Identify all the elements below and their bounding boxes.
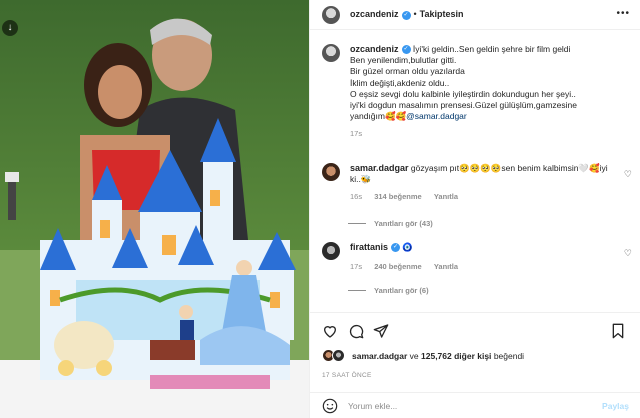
reply-button[interactable]: Yanıtla (434, 262, 458, 271)
comment-meta: 16s 314 beğenme Yanıtla (350, 191, 620, 202)
save-bookmark-icon[interactable] (610, 323, 626, 339)
comment-likes-count[interactable]: 240 beğenme (374, 262, 422, 271)
commenter-avatar[interactable] (322, 163, 340, 181)
comment-text: 🧿 (402, 242, 413, 252)
caption-body: ozcandeniz ✓ İyi'ki geldin..Sen geldin şe… (350, 44, 577, 140)
likes-summary: samar.dadgar ve 125,762 diğer kişi beğen… (322, 349, 524, 363)
commenter-avatar[interactable] (322, 242, 340, 260)
commenter-username[interactable]: samar.dadgar (350, 163, 409, 173)
caption-line: yandığım🥰🥰@samar.dadgar (350, 111, 577, 122)
view-replies-label: Yanıtları gör (43) (374, 219, 433, 228)
header-name-row: ozcandeniz ✓ • Takiptesin (350, 9, 464, 20)
comment-text-continued: ki..🐝 (350, 174, 372, 185)
add-comment-bar: Paylaş (310, 392, 640, 418)
comment-meta: 17s 240 beğenme Yanıtla (350, 261, 620, 272)
view-replies-label: Yanıtları gör (6) (374, 286, 429, 295)
post-image (0, 0, 309, 418)
caption-author-avatar[interactable] (322, 44, 340, 62)
comment-icon[interactable] (348, 323, 364, 339)
comment-line: samar.dadgar gözyaşım pıt🥺🥺🥺🥺sen benim k… (350, 163, 620, 174)
replies-divider (348, 223, 366, 224)
instagram-post: ↓ ozcandeniz ✓ • Takiptesin ••• ozcandeniz ✓… (0, 0, 640, 418)
view-replies-button[interactable]: Yanıtları gör (6) (348, 286, 429, 295)
comment-item: samar.dadgar gözyaşım pıt🥺🥺🥺🥺sen benim k… (322, 163, 640, 203)
more-options-icon[interactable]: ••• (616, 8, 630, 19)
caption-line: ozcandeniz ✓ İyi'ki geldin..Sen geldin şe… (350, 44, 577, 55)
reply-button[interactable]: Yanıtla (434, 192, 458, 201)
post-caption: ozcandeniz ✓ İyi'ki geldin..Sen geldin şe… (322, 44, 632, 140)
commenter-username[interactable]: firattanis (350, 242, 388, 252)
caption-line: O eşsiz sevgi dolu kalbinle iyileştirdin… (350, 88, 576, 99)
following-button[interactable]: Takiptesin (420, 9, 464, 19)
caption-mention-link[interactable]: @samar.dadgar (406, 111, 467, 121)
post-timestamp: 17 SAAT ÖNCE (322, 372, 372, 379)
caption-time: 17s (350, 129, 363, 139)
emoji-smiley-icon[interactable] (322, 398, 338, 414)
liker-username[interactable]: samar.dadgar (352, 351, 407, 361)
view-replies-button[interactable]: Yanıtları gör (43) (348, 219, 433, 228)
comment-text: gözyaşım pıt🥺🥺🥺🥺sen benim kalbimsin🤍🥰iyi (410, 163, 608, 173)
caption-line: Ben yenilendim,bulutlar gitti. (350, 55, 457, 66)
liker-avatars (322, 349, 348, 363)
comment-item: firattanis ✓ 🧿 17s 240 beğenme Yanıtla ♡ (322, 242, 640, 272)
post-header: ozcandeniz ✓ • Takiptesin ••• (310, 0, 640, 30)
comment-time: 16s (350, 192, 363, 202)
replies-divider (348, 290, 366, 291)
post-sidebar: ozcandeniz ✓ • Takiptesin ••• ozcandeniz ✓ İ… (309, 0, 640, 418)
like-comment-heart-icon[interactable]: ♡ (624, 169, 632, 180)
comment-body: firattanis ✓ 🧿 17s 240 beğenme Yanıtla (350, 242, 620, 272)
author-username[interactable]: ozcandeniz (350, 9, 399, 19)
comment-line: firattanis ✓ 🧿 (350, 242, 620, 253)
like-comment-heart-icon[interactable]: ♡ (624, 248, 632, 259)
share-paper-plane-icon[interactable] (373, 323, 389, 339)
likes-suffix: beğendi (493, 351, 525, 361)
caption-text: yandığım🥰🥰 (350, 111, 407, 122)
caption-line: İklim değişti,akdeniz oldu.. (350, 77, 450, 88)
verified-badge-icon: ✓ (391, 243, 401, 253)
caption-text: İyi'ki geldin..Sen geldin şehre bir film… (412, 44, 571, 54)
comment-input[interactable] (348, 400, 578, 411)
caption-line: iyi'ki dogdun masalımın prensesi.Güzel g… (350, 100, 577, 111)
comment-body: samar.dadgar gözyaşım pıt🥺🥺🥺🥺sen benim k… (350, 163, 620, 203)
comment-likes-count[interactable]: 314 beğenme (374, 192, 422, 201)
post-comment-button[interactable]: Paylaş (602, 401, 629, 411)
caption-username[interactable]: ozcandeniz (350, 44, 399, 54)
tagged-users-icon[interactable]: ↓ (2, 20, 18, 36)
comment-time: 17s (350, 262, 363, 272)
author-avatar[interactable] (322, 5, 340, 24)
verified-badge-icon: ✓ (401, 10, 411, 20)
caption-line: Bir güzel orman oldu yazılarda (350, 66, 465, 77)
likes-count-link[interactable]: 125,762 diğer kişi (421, 351, 491, 361)
verified-badge-icon: ✓ (401, 45, 411, 55)
likes-text: samar.dadgar ve 125,762 diğer kişi beğen… (352, 351, 524, 361)
post-actions-bar (310, 312, 640, 348)
liker-avatar[interactable] (332, 349, 345, 362)
like-heart-icon[interactable] (322, 323, 338, 339)
separator-dot: • (413, 9, 417, 20)
likes-connector: ve (409, 351, 419, 361)
post-photo[interactable]: ↓ (0, 0, 309, 418)
